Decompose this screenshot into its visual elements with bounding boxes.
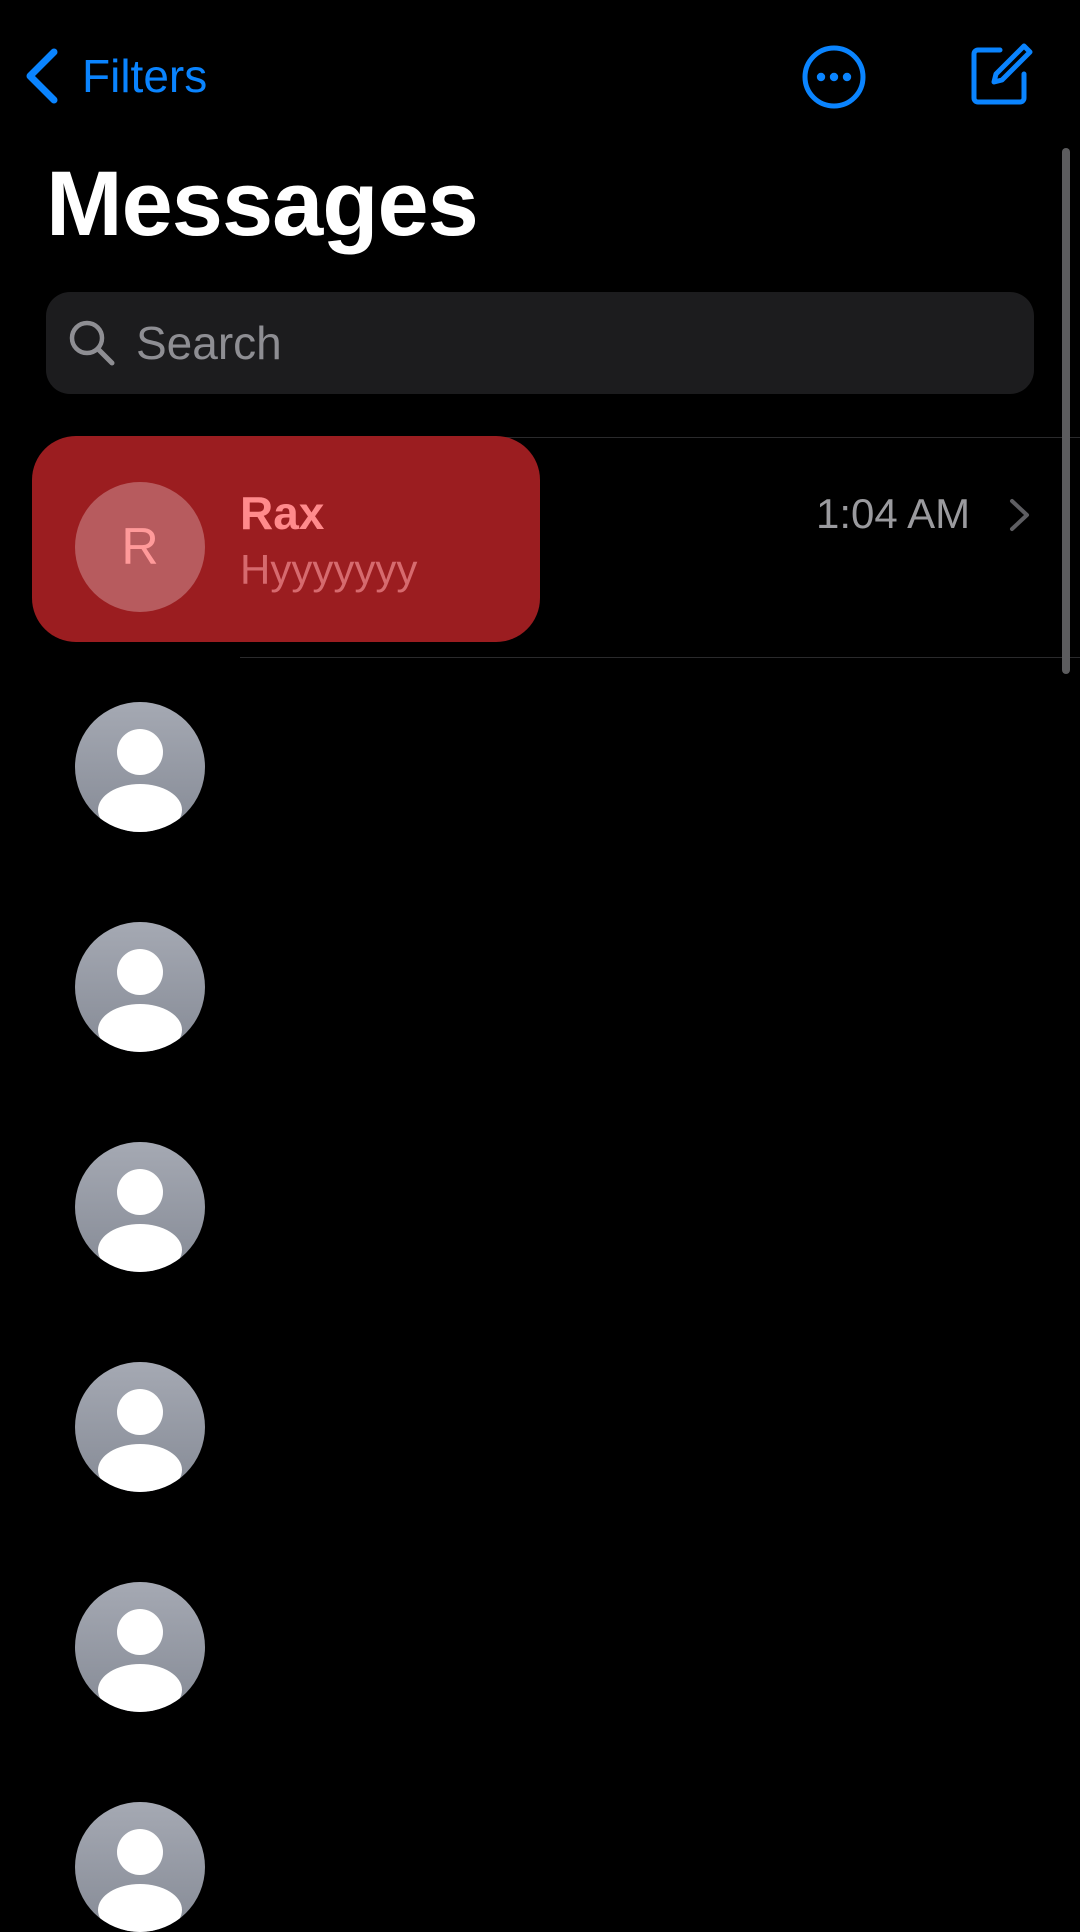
search-icon	[69, 320, 115, 366]
search-input[interactable]	[134, 291, 1034, 395]
conversation-row[interactable]: R Rax Hyyyyyyy 1:04 AM	[0, 458, 1060, 638]
ellipsis-circle-icon	[802, 45, 866, 109]
avatar	[75, 702, 205, 832]
avatar-initial: R	[121, 518, 159, 576]
scrollbar[interactable]	[1062, 148, 1070, 674]
message-preview: Hyyyyyyy	[240, 546, 418, 593]
contact-name: Rax	[240, 487, 325, 539]
chevron-right-icon	[1010, 499, 1029, 531]
conversation-row[interactable]	[0, 898, 1060, 1098]
conversation-row[interactable]	[0, 1338, 1060, 1538]
person-icon	[98, 1169, 182, 1272]
separator	[240, 657, 1080, 658]
person-icon	[98, 949, 182, 1052]
avatar	[75, 1802, 205, 1932]
avatar	[75, 922, 205, 1052]
conversation-row[interactable]	[0, 678, 1060, 878]
page-title: Messages	[46, 153, 479, 255]
conversation-row[interactable]	[0, 1778, 1060, 1932]
person-icon	[98, 729, 182, 832]
conversation-row[interactable]	[0, 1118, 1060, 1318]
search-bar[interactable]	[46, 291, 1034, 395]
avatar	[75, 1362, 205, 1492]
message-time: 1:04 AM	[816, 490, 971, 537]
avatar: R	[75, 482, 205, 612]
navigation-bar: Filters	[0, 0, 1080, 150]
person-icon	[98, 1609, 182, 1712]
compose-icon	[971, 43, 1033, 105]
compose-button[interactable]	[966, 40, 1034, 108]
avatar	[75, 1142, 205, 1272]
person-icon	[98, 1829, 182, 1932]
conversation-row[interactable]	[0, 1558, 1060, 1758]
more-options-button[interactable]	[800, 43, 868, 111]
chevron-left-icon	[26, 48, 58, 104]
back-button[interactable]: Filters	[24, 44, 207, 108]
back-button-label: Filters	[82, 50, 208, 102]
avatar	[75, 1582, 205, 1712]
person-icon	[98, 1389, 182, 1492]
